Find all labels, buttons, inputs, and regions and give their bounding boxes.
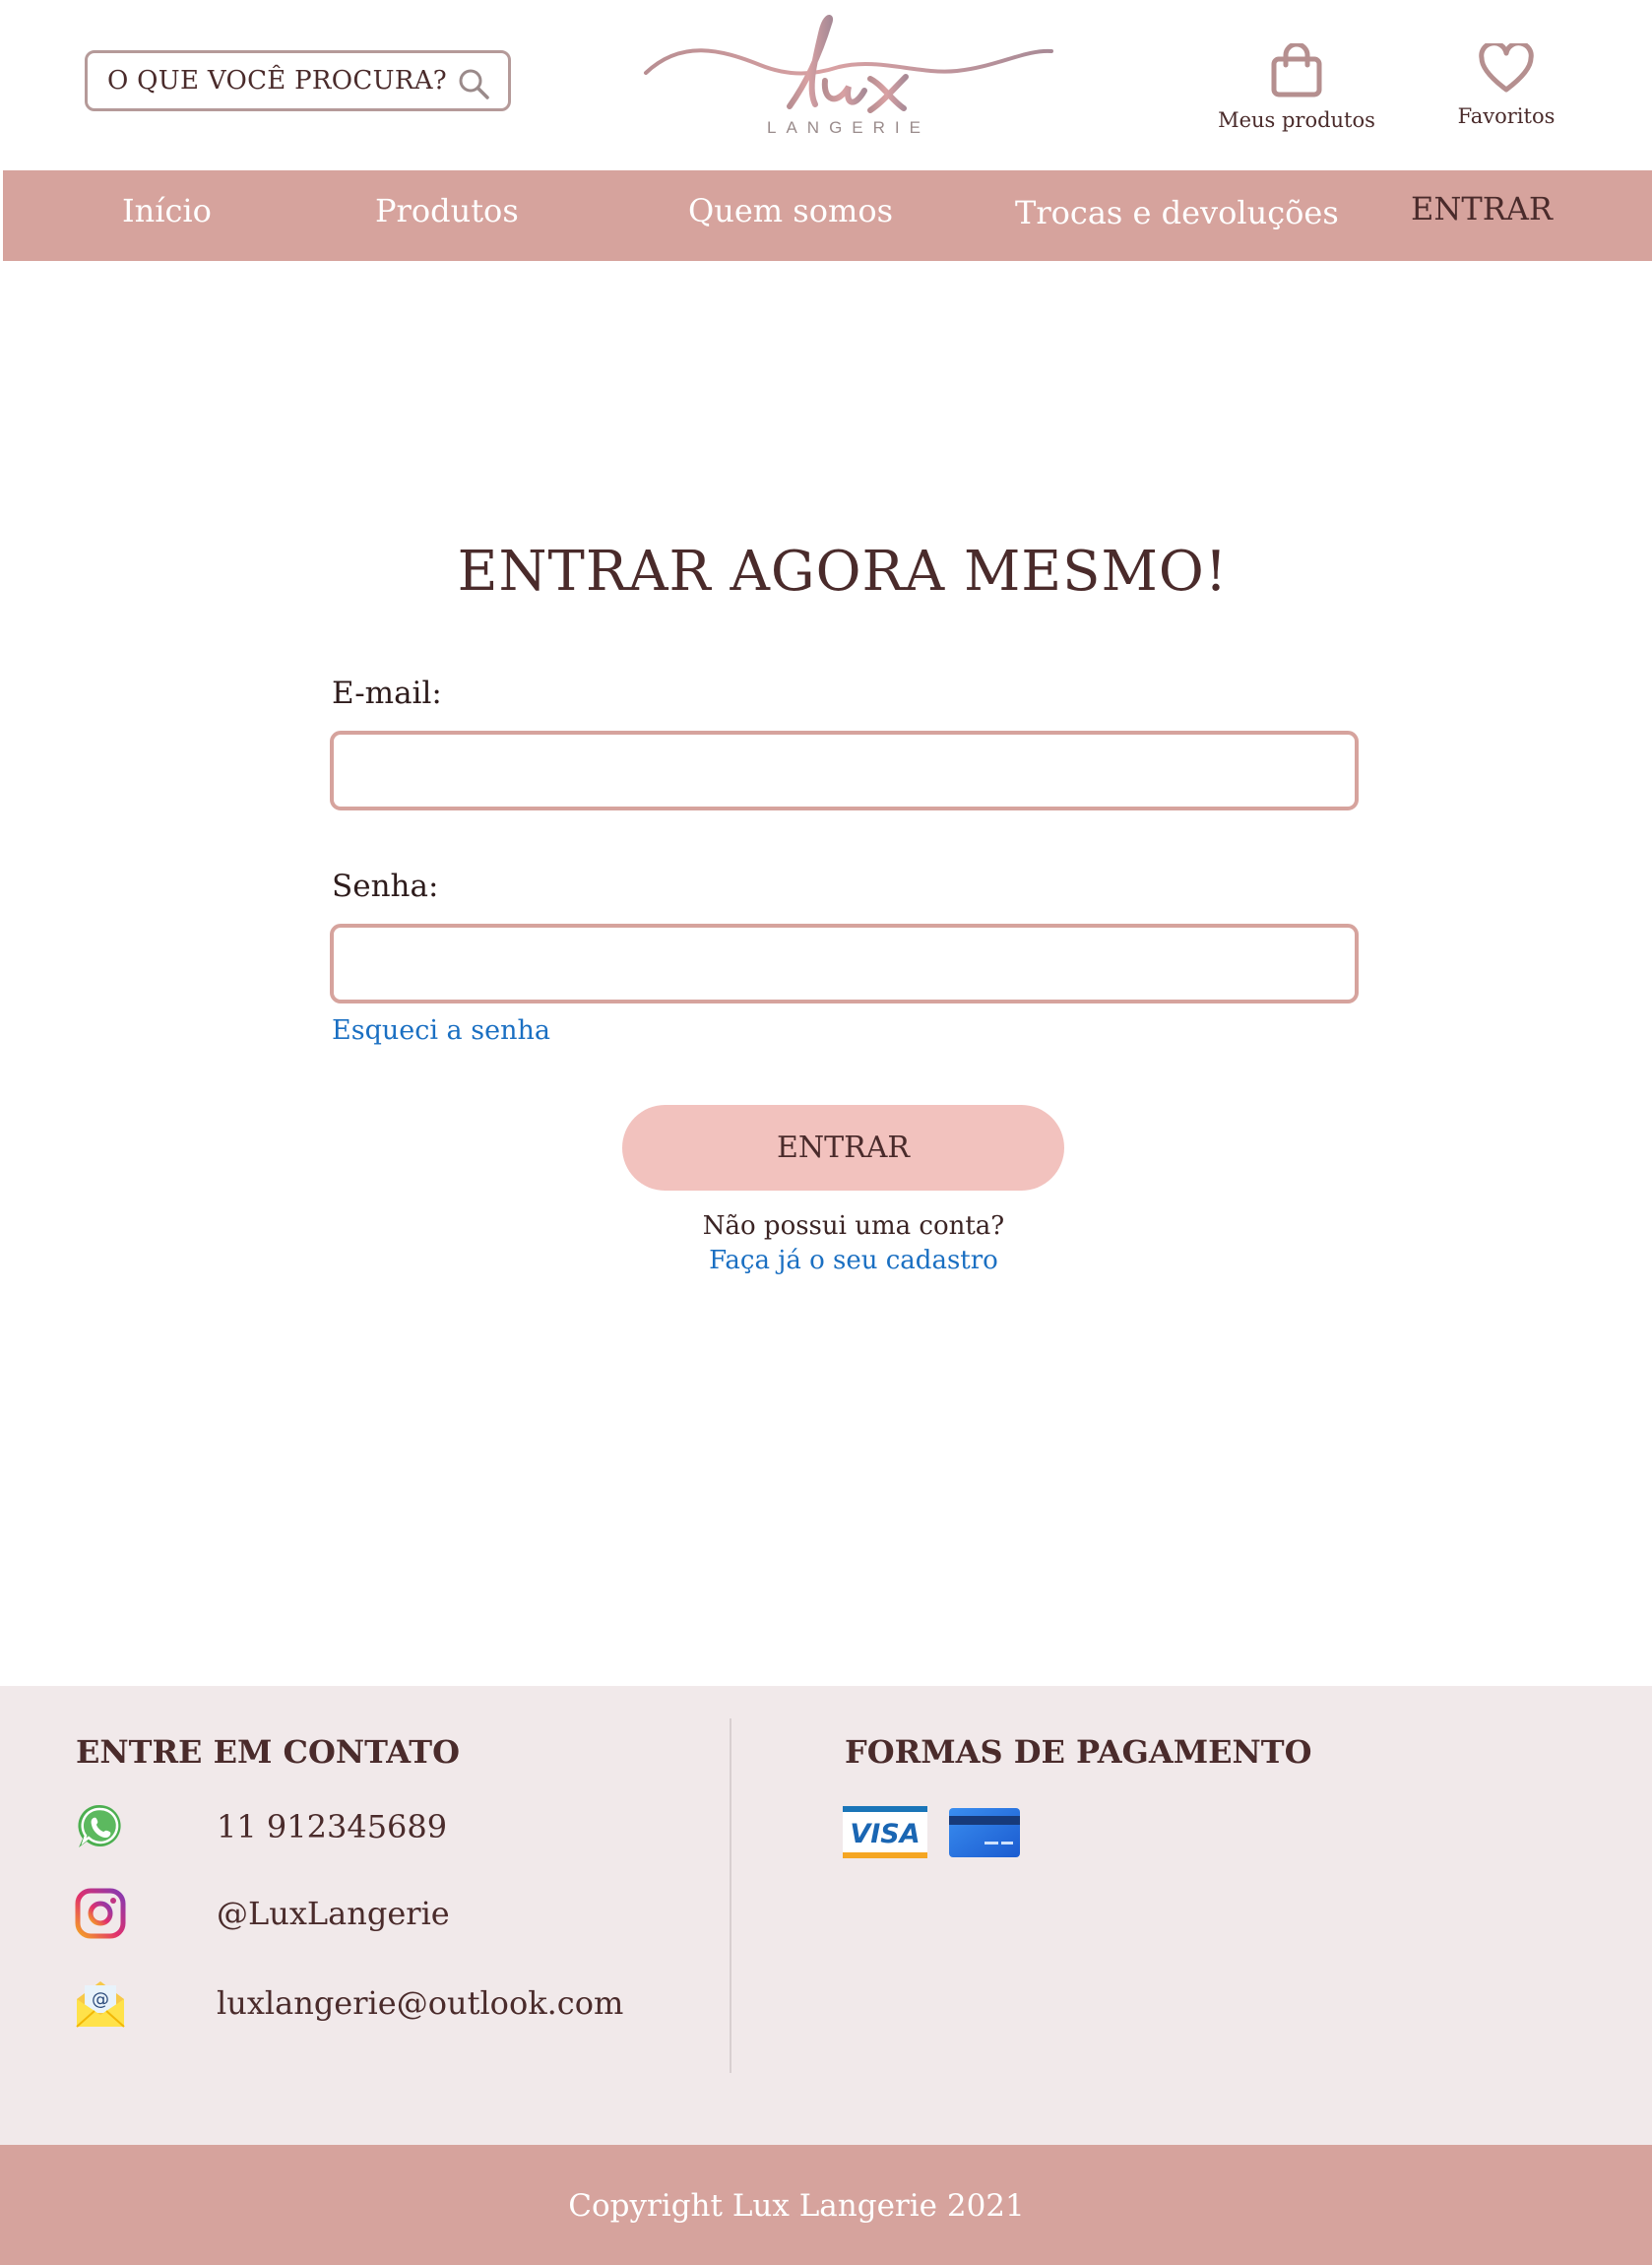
nav-login-link[interactable]: ENTRAR — [1411, 190, 1553, 227]
main-navigation: Início Produtos Quem somos Trocas e devo… — [3, 170, 1652, 261]
page-title: ENTRAR AGORA MESMO! — [457, 540, 1229, 604]
nav-item-produtos[interactable]: Produtos — [375, 192, 519, 229]
site-logo[interactable]: LANGERIE — [642, 10, 1055, 143]
favorites-label: Favoritos — [1457, 104, 1556, 128]
copyright-text: Copyright Lux Langerie 2021 — [568, 2188, 1025, 2224]
contact-whatsapp[interactable]: 11 912345689 — [75, 1800, 447, 1853]
signup-link[interactable]: Faça já o seu cadastro — [709, 1246, 998, 1275]
my-products-label: Meus produtos — [1218, 108, 1375, 132]
instagram-icon — [75, 1888, 126, 1939]
contact-instagram[interactable]: @LuxLangerie — [75, 1887, 450, 1940]
site-header: O QUE VOCÊ PROCURA? LANGERIE Meus produt… — [0, 0, 1652, 170]
shopping-bag-icon — [1271, 41, 1322, 97]
nav-item-quem-somos[interactable]: Quem somos — [688, 192, 893, 229]
instagram-handle: @LuxLangerie — [217, 1895, 450, 1932]
contact-email-address: luxlangerie@outlook.com — [217, 1984, 624, 2022]
whatsapp-icon — [78, 1804, 121, 1847]
contact-heading: ENTRE EM CONTATO — [76, 1733, 460, 1771]
login-button[interactable]: ENTRAR — [622, 1105, 1064, 1191]
search-icon[interactable] — [457, 67, 490, 100]
payment-heading: FORMAS DE PAGAMENTO — [845, 1733, 1312, 1771]
logo-mark — [644, 15, 1053, 113]
visa-logo-text: VISA — [850, 1819, 920, 1849]
password-field[interactable] — [330, 924, 1359, 1003]
visa-card-icon: VISA — [843, 1806, 927, 1858]
footer-divider — [730, 1718, 731, 2073]
password-label: Senha: — [332, 869, 439, 904]
whatsapp-number: 11 912345689 — [217, 1808, 448, 1845]
my-products-button[interactable]: Meus produtos — [1213, 41, 1380, 132]
credit-card-icon — [949, 1808, 1020, 1857]
heart-icon — [1479, 40, 1534, 93]
nav-item-trocas-devolucoes[interactable]: Trocas e devoluções — [1015, 194, 1339, 231]
logo-subtitle: LANGERIE — [767, 118, 930, 137]
email-label: E-mail: — [332, 676, 442, 711]
email-field[interactable] — [330, 731, 1359, 810]
no-account-text: Não possui uma conta? — [702, 1211, 1005, 1241]
forgot-password-link[interactable]: Esqueci a senha — [332, 1015, 550, 1046]
svg-text:@: @ — [92, 1989, 109, 2010]
contact-email[interactable]: @ luxlangerie@outlook.com — [75, 1976, 623, 2030]
search-label: O QUE VOCÊ PROCURA? — [107, 66, 448, 96]
favorites-button[interactable]: Favoritos — [1447, 40, 1565, 128]
nav-item-inicio[interactable]: Início — [122, 192, 212, 229]
search-box[interactable]: O QUE VOCÊ PROCURA? — [85, 50, 511, 111]
email-icon: @ — [76, 1981, 125, 2028]
